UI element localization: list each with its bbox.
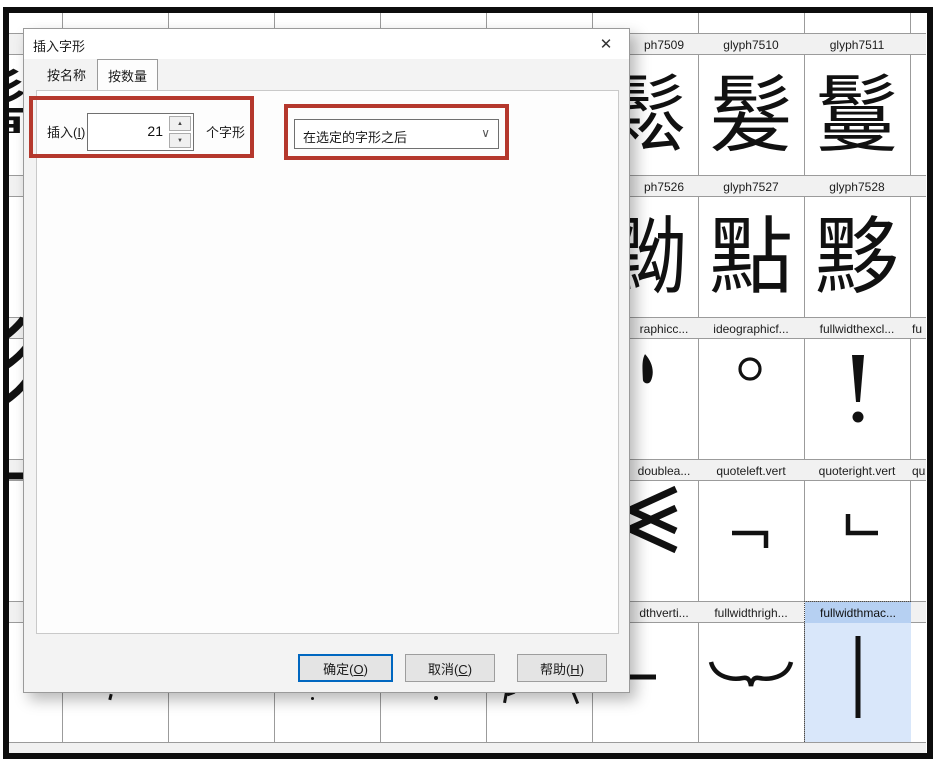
- glyph-image: [805, 623, 911, 742]
- tab-by-name[interactable]: 按名称: [36, 60, 97, 90]
- glyph-cell[interactable]: [698, 623, 804, 743]
- glyph-caption: [910, 34, 926, 56]
- glyph-caption: fullwidthexcl...: [804, 318, 910, 340]
- glyph-caption: raphicc...: [630, 318, 698, 340]
- insert-position-value: 在选定的字形之后: [303, 127, 407, 146]
- label-mnemonic: O: [353, 662, 363, 677]
- glyph-fragment: 計: [9, 418, 23, 513]
- glyph-caption: quoteright.vert: [804, 460, 910, 482]
- fullwidth-exclam-icon: [804, 339, 910, 459]
- fullwidth-macron-icon: [805, 623, 911, 742]
- glyphs-unit-label: 个字形: [206, 122, 245, 141]
- glyph-caption: fullwidthmac...: [805, 602, 911, 623]
- label-text: 帮助(: [540, 662, 570, 677]
- insert-count-label: 插入(I): [47, 122, 85, 141]
- label-text: ): [364, 662, 368, 677]
- glyph-fragment: s: [9, 553, 23, 598]
- glyph-caption: [910, 176, 926, 198]
- glyph-caption: quoteleft.vert: [698, 460, 804, 482]
- glyph-fragment: [311, 697, 314, 700]
- glyph-caption: glyph7511: [804, 34, 910, 56]
- close-icon: ✕: [600, 35, 613, 53]
- glyph-caption: qu: [910, 460, 926, 482]
- tab-page: [36, 90, 619, 634]
- cancel-button[interactable]: 取消(C): [405, 654, 495, 682]
- glyph-fragment: [572, 692, 579, 704]
- quoteright-vert-icon: [804, 481, 910, 601]
- glyph-cell[interactable]: 黟: [804, 197, 910, 317]
- glyph-fragment-char: 計: [9, 418, 23, 513]
- spin-up-button[interactable]: ▲: [169, 116, 191, 131]
- glyph-caption: doublea...: [630, 460, 698, 482]
- label-text: 确定(: [323, 662, 353, 677]
- glyph-cell[interactable]: 鬘: [804, 55, 910, 175]
- tab-by-quantity[interactable]: 按数量: [97, 59, 158, 90]
- spin-down-button[interactable]: ▼: [169, 133, 191, 148]
- label-text: 取消(: [428, 662, 458, 677]
- glyph-image: 點: [709, 202, 793, 312]
- glyph-fragment: 鬚: [9, 48, 23, 133]
- spinner-buttons: ▲ ▼: [169, 116, 191, 148]
- spin-up-icon: ▲: [177, 121, 183, 127]
- glyph-caption: fullwidthrigh...: [698, 602, 804, 624]
- glyph-caption: glyph7528: [804, 176, 910, 198]
- label-text: ): [468, 662, 472, 677]
- glyph-fragment-char: 鬚: [9, 48, 23, 133]
- glyph-image: 髮: [709, 60, 793, 170]
- glyph-fragment: [108, 694, 112, 701]
- glyph-fragment-char: 影: [9, 285, 23, 410]
- insert-glyphs-dialog: 插入字形 ✕ 按名称 按数量 插入(I) 21 ▲ ▼ 个字形 在选定的字形之后…: [23, 28, 630, 693]
- fullwidth-brace-icon: [698, 623, 804, 743]
- button-label: 帮助(H): [540, 659, 584, 678]
- label-text: ): [580, 662, 584, 677]
- ideographic-fullstop-icon: [698, 339, 804, 459]
- glyph-cell[interactable]: [698, 481, 804, 601]
- glyph-caption: glyph7510: [698, 34, 804, 56]
- ok-button[interactable]: 确定(O): [298, 654, 393, 682]
- grid-bottom-strip: [9, 742, 926, 753]
- label-mnemonic: H: [570, 662, 579, 677]
- dialog-title: 插入字形: [33, 36, 85, 55]
- glyph-cell[interactable]: [698, 339, 804, 459]
- button-label: 取消(C): [428, 659, 472, 678]
- glyph-fragment: [434, 696, 438, 700]
- glyph-caption: fu: [910, 318, 926, 340]
- chevron-down-icon: ∨: [481, 126, 490, 140]
- glyph-caption: ph7509: [630, 34, 698, 56]
- glyph-image: 黟: [815, 202, 899, 312]
- help-button[interactable]: 帮助(H): [517, 654, 607, 682]
- tab-strip: 按名称 按数量: [36, 64, 158, 90]
- selected-glyph-cell[interactable]: fullwidthmac...: [804, 601, 911, 742]
- glyph-caption: glyph7527: [698, 176, 804, 198]
- glyph-cell[interactable]: 點: [698, 197, 804, 317]
- glyph-caption: ph7526: [630, 176, 698, 198]
- screenshot-stage: ph7509 glyph7510 glyph7511 ph7526 glyph7…: [0, 0, 939, 765]
- spin-down-icon: ▼: [177, 138, 183, 144]
- button-label: 确定(O): [323, 659, 368, 678]
- label-text: 插入(: [47, 125, 77, 140]
- glyph-caption: ideographicf...: [698, 318, 804, 340]
- label-mnemonic: C: [458, 662, 467, 677]
- insert-position-select[interactable]: 在选定的字形之后 ∨: [294, 119, 499, 149]
- glyph-count-value: 21: [147, 123, 163, 139]
- label-text: ): [81, 125, 85, 140]
- dialog-titlebar: 插入字形 ✕: [24, 29, 629, 59]
- glyph-cell[interactable]: [804, 481, 910, 601]
- glyph-image: 鬘: [815, 60, 899, 170]
- close-button[interactable]: ✕: [591, 32, 621, 56]
- quoteleft-vert-icon: [698, 481, 804, 601]
- glyph-caption: dthverti...: [630, 602, 698, 624]
- glyph-fragment: 影: [9, 285, 23, 410]
- glyph-cell[interactable]: 髮: [698, 55, 804, 175]
- glyph-cell[interactable]: [804, 339, 910, 459]
- glyph-count-spinner[interactable]: 21 ▲ ▼: [87, 113, 194, 151]
